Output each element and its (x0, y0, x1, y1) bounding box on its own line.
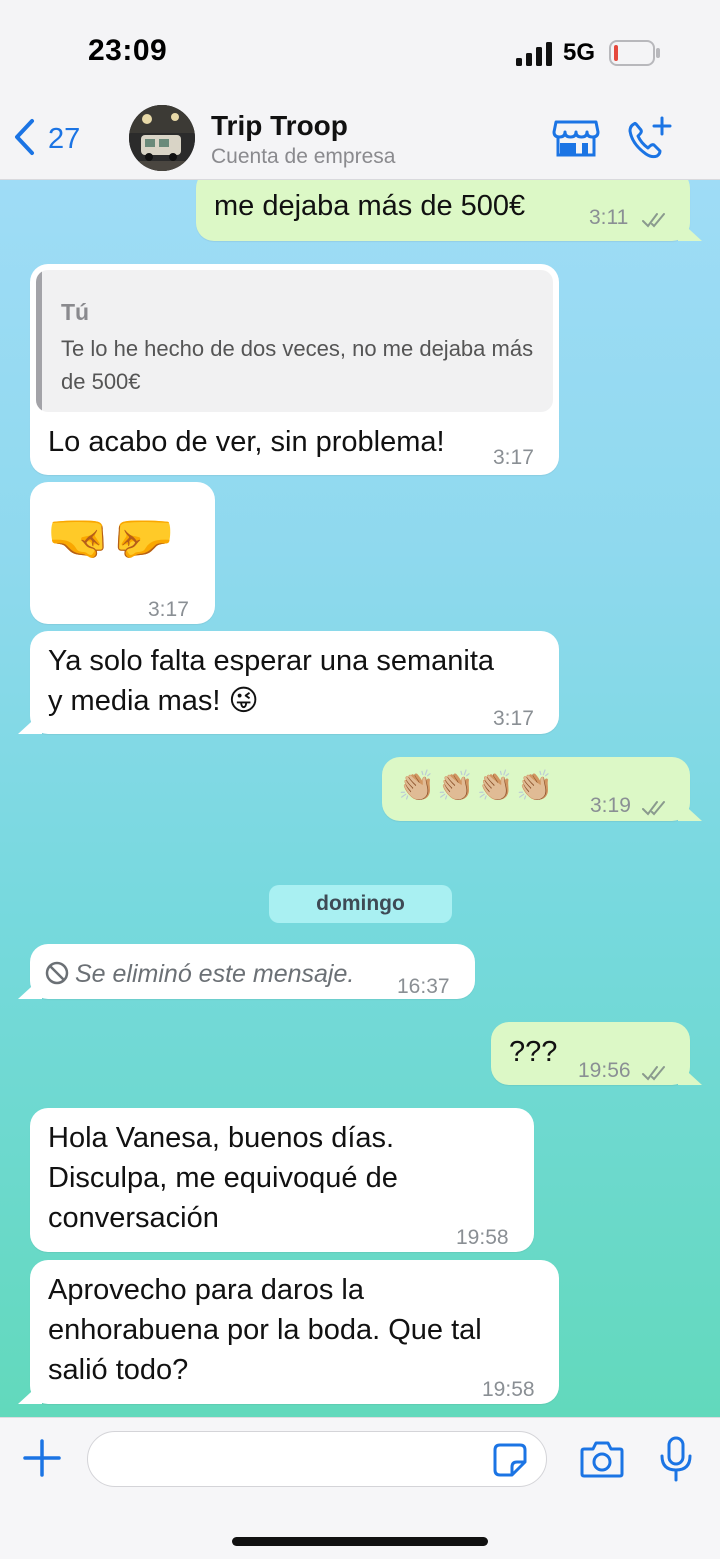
sticker-icon[interactable] (492, 1442, 528, 1483)
double-check-icon (642, 200, 670, 240)
message-text-line: Hola Vanesa, buenos días. (48, 1122, 395, 1154)
double-check-icon (642, 1053, 670, 1093)
message-time: 3:19 (590, 794, 631, 817)
day-separator: domingo (269, 885, 452, 923)
status-bar: 23:09 5G (0, 0, 720, 100)
status-time: 23:09 (88, 34, 168, 67)
message-bubble-incoming[interactable]: Aprovecho para daros la enhorabuena por … (18, 1260, 559, 1404)
signal-icon (516, 42, 554, 71)
message-time: 16:37 (397, 975, 450, 998)
message-text: Lo acabo de ver, sin problema! (48, 426, 445, 458)
message-text: ??? (509, 1036, 558, 1068)
message-bubble-incoming[interactable]: Ya solo falta esperar una semanita y med… (18, 631, 559, 734)
message-text-line: y media mas! 😜 (48, 685, 259, 717)
quote-text: Te lo he hecho de dos veces, no me dejab… (61, 336, 534, 394)
message-bubble-outgoing[interactable]: ??? 19:56 (491, 1022, 702, 1085)
back-button[interactable]: 27 (12, 114, 102, 164)
plus-icon[interactable] (22, 1438, 62, 1483)
message-time: 3:11 (589, 206, 629, 229)
message-bubble-incoming[interactable]: Tú Te lo he hecho de dos veces, no me de… (30, 264, 559, 475)
message-input[interactable] (87, 1431, 547, 1487)
unread-count: 27 (48, 122, 81, 155)
message-text-line: Aprovecho para daros la (48, 1274, 364, 1306)
camera-icon[interactable] (580, 1440, 624, 1483)
double-check-icon (642, 788, 670, 828)
chat-area[interactable]: me dejaba más de 500€ 3:11 Tú Te lo he h… (0, 180, 720, 1417)
avatar[interactable] (129, 105, 195, 171)
message-time: 3:17 (493, 707, 534, 730)
quoted-message[interactable]: Tú Te lo he hecho de dos veces, no me de… (36, 270, 553, 412)
contact-subtitle: Cuenta de empresa (211, 145, 396, 168)
home-indicator (232, 1537, 488, 1546)
message-text-line: conversación (48, 1202, 219, 1234)
emoji-message: 🤜🤛 (46, 509, 176, 567)
message-time: 19:58 (482, 1378, 535, 1401)
message-bubble-outgoing[interactable]: 👏🏼👏🏼👏🏼👏🏼 3:19 (382, 757, 702, 821)
back-chevron-icon (12, 118, 36, 161)
battery-icon (609, 40, 661, 71)
emoji-message: 👏🏼👏🏼👏🏼👏🏼 (398, 770, 556, 803)
message-text-line: enhorabuena por la boda. Que tal (48, 1314, 482, 1346)
message-bubble-outgoing[interactable]: me dejaba más de 500€ 3:11 (196, 180, 702, 241)
message-text-line: Disculpa, me equivoqué de (48, 1162, 398, 1194)
blocked-icon (44, 957, 70, 997)
deleted-message-text: Se eliminó este mensaje. (75, 960, 355, 988)
message-text-line: Ya solo falta esperar una semanita (48, 645, 495, 677)
input-bar (0, 1417, 720, 1559)
chat-header: 27 Trip Troop Cuenta de empresa (0, 100, 720, 180)
message-time: 19:58 (456, 1226, 509, 1249)
network-label: 5G (563, 39, 596, 66)
message-bubble-deleted[interactable]: Se eliminó este mensaje. 16:37 (18, 944, 475, 999)
message-time: 3:17 (148, 598, 189, 621)
call-add-icon[interactable] (626, 116, 674, 165)
message-bubble-incoming[interactable]: 🤜🤛 3:17 (30, 482, 215, 624)
message-text-line: salió todo? (48, 1354, 189, 1386)
mic-icon[interactable] (659, 1436, 693, 1487)
message-text: me dejaba más de 500€ (214, 190, 526, 222)
store-icon[interactable] (552, 118, 600, 163)
message-time: 3:17 (493, 446, 534, 469)
message-bubble-incoming[interactable]: Hola Vanesa, buenos días. Disculpa, me e… (30, 1108, 534, 1252)
quote-author: Tú (61, 299, 90, 325)
contact-name[interactable]: Trip Troop (211, 110, 348, 142)
message-time: 19:56 (578, 1059, 631, 1082)
